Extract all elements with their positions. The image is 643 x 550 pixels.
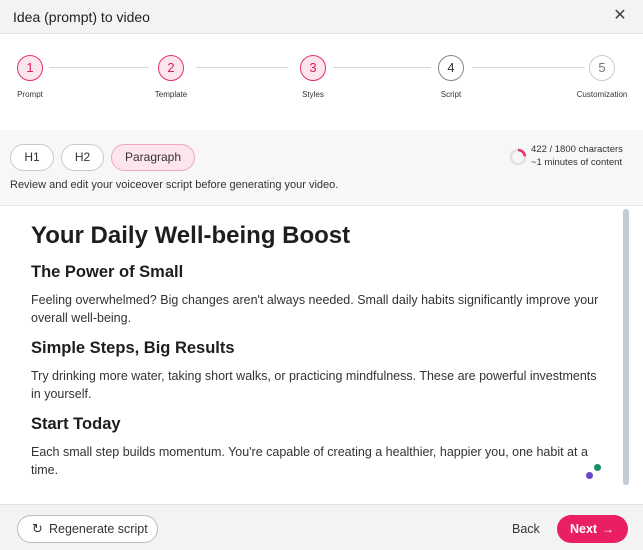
progress-ring-icon <box>509 148 527 166</box>
format-h1-button[interactable]: H1 <box>10 144 54 171</box>
dialog-title: Idea (prompt) to video <box>13 9 150 25</box>
step-number: 4 <box>438 55 464 81</box>
section-heading[interactable]: Start Today <box>31 413 606 435</box>
character-count: 422 / 1800 characters <box>531 144 623 155</box>
content-duration: ~1 minutes of content <box>531 157 623 168</box>
section-body[interactable]: Feeling overwhelmed? Big changes aren't … <box>31 292 606 327</box>
section-heading[interactable]: Simple Steps, Big Results <box>31 337 606 359</box>
regenerate-label: Regenerate script <box>49 522 148 536</box>
step-prompt[interactable]: 1 Prompt <box>0 55 70 99</box>
regenerate-script-button[interactable]: ↻ Regenerate script <box>17 515 158 543</box>
dialog-header: Idea (prompt) to video ✕ <box>0 0 643 34</box>
format-paragraph-button[interactable]: Paragraph <box>111 144 195 171</box>
editor-scrollbar[interactable] <box>623 209 629 485</box>
refresh-icon: ↻ <box>32 521 43 536</box>
arrow-right-icon: → <box>602 522 614 536</box>
dialog-footer: ↻ Regenerate script Back Next → <box>0 504 643 550</box>
step-customization[interactable]: 5 Customization <box>562 55 642 99</box>
step-label: Template <box>154 90 188 99</box>
step-label: Script <box>440 90 462 99</box>
step-template[interactable]: 2 Template <box>131 55 211 99</box>
step-number: 1 <box>17 55 43 81</box>
section-heading[interactable]: The Power of Small <box>31 261 606 283</box>
step-label: Styles <box>302 90 324 99</box>
collaborator-indicator-icon <box>594 464 601 471</box>
step-number: 2 <box>158 55 184 81</box>
collaborator-indicator-icon <box>586 472 593 479</box>
step-script[interactable]: 4 Script <box>411 55 491 99</box>
step-styles[interactable]: 3 Styles <box>273 55 353 99</box>
stepper: 1 Prompt 2 Template 3 Styles 4 Script 5 … <box>0 35 643 129</box>
script-title[interactable]: Your Daily Well-being Boost <box>31 221 606 251</box>
script-content[interactable]: Your Daily Well-being Boost The Power of… <box>31 221 606 489</box>
next-button[interactable]: Next → <box>557 515 628 543</box>
character-counter: 422 / 1800 characters ~1 minutes of cont… <box>509 144 635 172</box>
section-body[interactable]: Each small step builds momentum. You're … <box>31 444 606 479</box>
review-hint: Review and edit your voiceover script be… <box>10 179 339 191</box>
section-body[interactable]: Try drinking more water, taking short wa… <box>31 368 606 403</box>
back-button[interactable]: Back <box>512 522 540 536</box>
step-label: Customization <box>576 90 628 99</box>
step-number: 3 <box>300 55 326 81</box>
format-h2-button[interactable]: H2 <box>61 144 104 171</box>
step-number: 5 <box>589 55 615 81</box>
script-editor[interactable]: Your Daily Well-being Boost The Power of… <box>0 207 643 504</box>
step-label: Prompt <box>17 90 43 99</box>
close-icon[interactable]: ✕ <box>611 7 629 25</box>
format-toolbar: H1 H2 Paragraph 422 / 1800 characters ~1… <box>0 130 643 206</box>
video-wizard-dialog: Idea (prompt) to video ✕ 1 Prompt 2 Temp… <box>0 0 643 550</box>
next-label: Next <box>570 522 598 536</box>
